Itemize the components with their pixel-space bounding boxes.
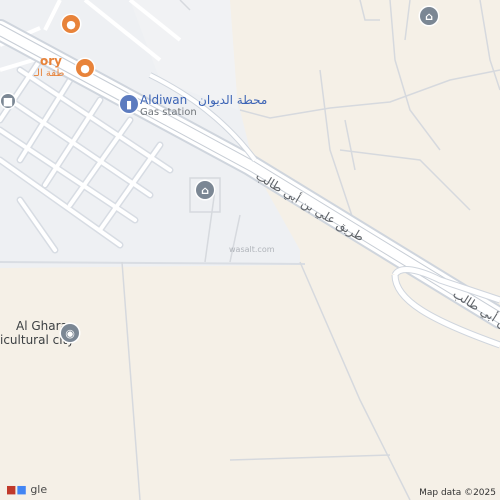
landmark-icon[interactable]: ◉ bbox=[61, 324, 79, 342]
gas-station-name-arabic[interactable]: محطة الديوان bbox=[198, 93, 267, 107]
gas-station-name[interactable]: Aldiwan bbox=[140, 93, 187, 107]
fuel-icon[interactable]: ● bbox=[76, 59, 94, 77]
gas-station-type: Gas station bbox=[140, 107, 197, 118]
mosque-icon[interactable]: ⌂ bbox=[196, 181, 214, 199]
restaurant-icon[interactable]: ● bbox=[62, 15, 80, 33]
transit-icon[interactable]: ■ bbox=[1, 94, 15, 108]
mosque-icon-top[interactable]: ⌂ bbox=[420, 7, 438, 25]
watermark: wasalt.com bbox=[229, 245, 275, 254]
gas-station-icon[interactable]: ▮ bbox=[120, 95, 138, 113]
google-logo: ■■ gle bbox=[6, 483, 48, 496]
google-logo-text: gle bbox=[30, 483, 48, 496]
factory-label: ory bbox=[40, 54, 62, 68]
map-data-credit[interactable]: Map data ©2025 bbox=[419, 488, 496, 498]
factory-label-arabic: طقة الـ bbox=[34, 68, 65, 79]
